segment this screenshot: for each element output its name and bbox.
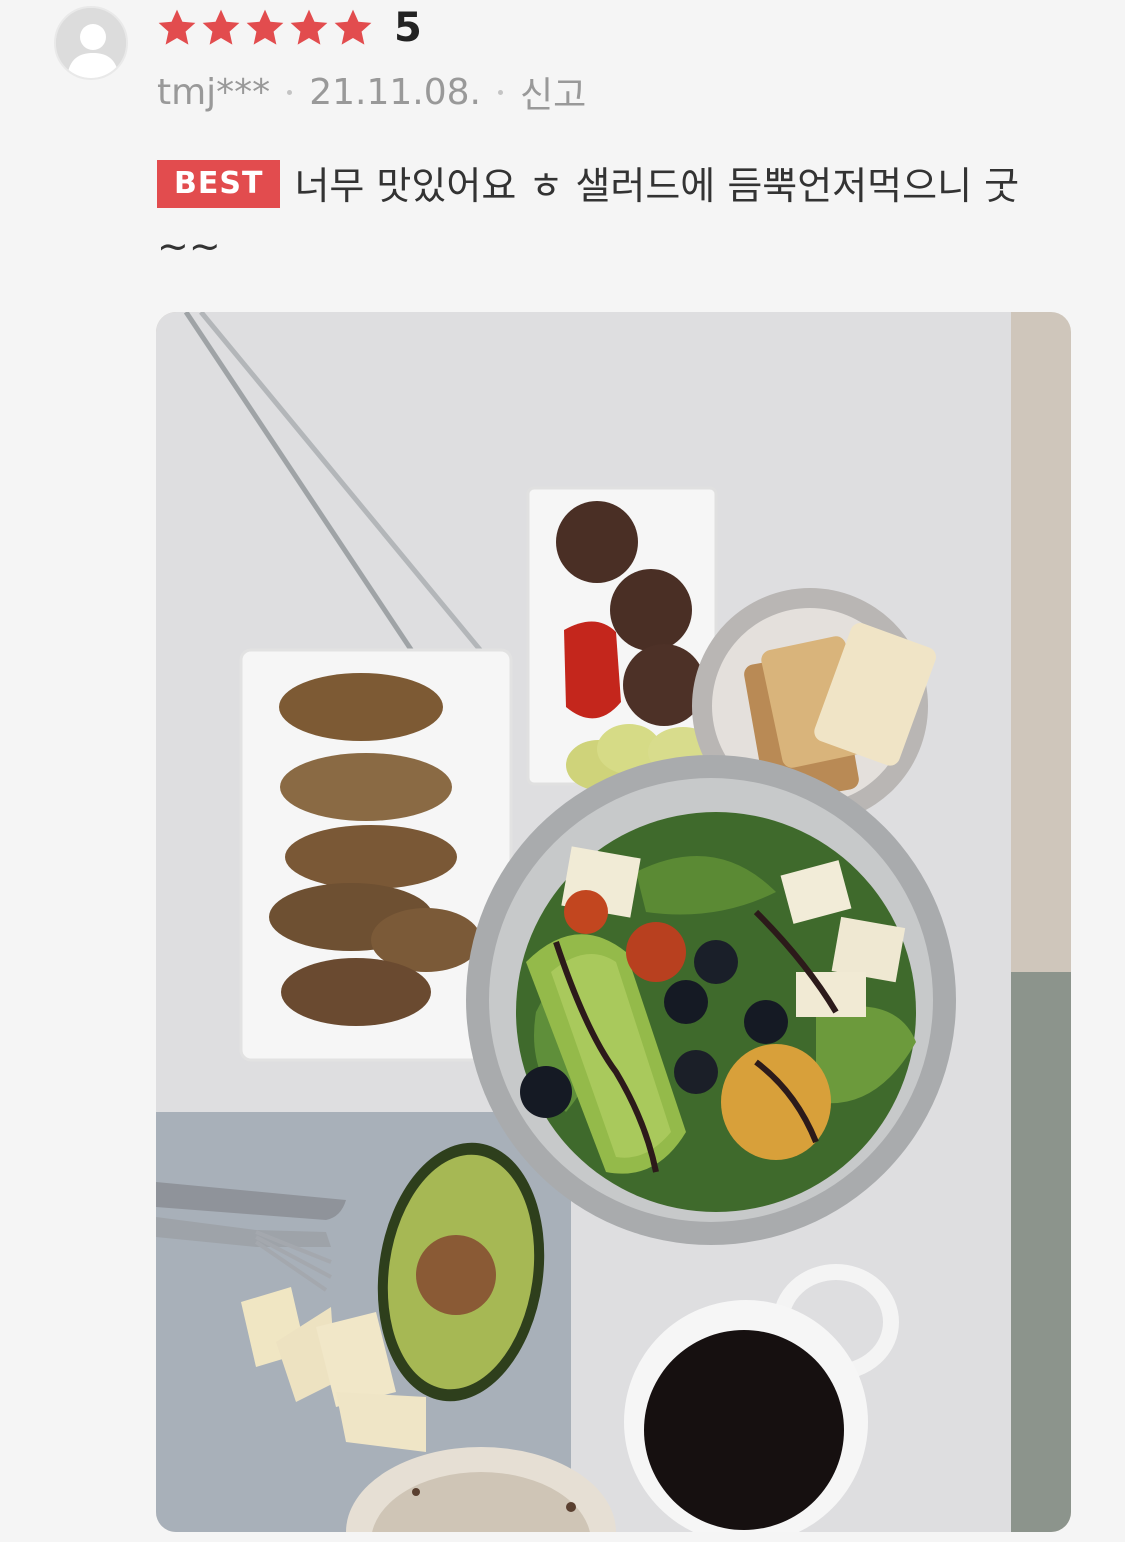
rating-score: 5 <box>394 5 422 51</box>
star-icon <box>334 9 372 45</box>
review-body: BEST 너무 맛있어요 ㅎ 샐러드에 듬뿍언저먹으니 굿~~ <box>157 156 1057 276</box>
best-badge: BEST <box>157 160 281 208</box>
review-meta: tmj*** 21.11.08. 신고 <box>157 66 586 118</box>
separator-dot <box>497 89 503 95</box>
star-icon <box>202 9 240 45</box>
username: tmj*** <box>157 71 271 113</box>
star-rating: 5 <box>156 6 422 50</box>
review-photo[interactable] <box>156 312 1071 1532</box>
star-icon <box>158 9 196 45</box>
star-icon <box>246 9 284 45</box>
user-avatar <box>54 6 128 80</box>
star-icon <box>290 9 328 45</box>
report-link[interactable]: 신고 <box>520 66 586 118</box>
food-photo-image <box>156 312 1071 1532</box>
review-date: 21.11.08. <box>309 71 481 113</box>
review-text: 너무 맛있어요 ㅎ 샐러드에 듬뿍언저먹으니 굿~~ <box>157 164 1020 268</box>
default-user-icon <box>56 8 126 78</box>
separator-dot <box>287 89 293 95</box>
